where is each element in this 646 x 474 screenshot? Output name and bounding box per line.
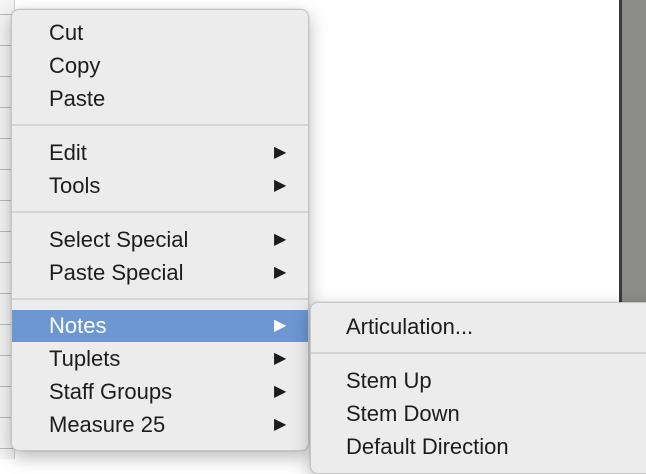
submenu-arrow-icon: ▶ — [274, 177, 287, 194]
menu-item-copy[interactable]: Copy — [12, 50, 308, 82]
menu-item-label: Stem Up — [346, 368, 432, 393]
window-background-panel — [622, 0, 646, 305]
submenu-arrow-icon: ▶ — [274, 350, 287, 367]
submenu-arrow-icon: ▶ — [274, 144, 287, 161]
menu-item-label: Cut — [49, 20, 84, 45]
menu-item-label: Measure 25 — [49, 412, 166, 437]
submenu-item-stem-down[interactable]: Stem Down — [311, 398, 646, 430]
menu-separator — [12, 298, 308, 300]
menu-item-label: Staff Groups — [49, 379, 173, 404]
menu-item-label: Notes — [49, 313, 107, 338]
menu-item-label: Edit — [49, 140, 87, 165]
menu-item-label: Stem Down — [346, 401, 460, 426]
menu-item-notes[interactable]: Notes ▶ — [12, 310, 308, 342]
notes-submenu: Articulation... Stem Up Stem Down Defaul… — [310, 302, 646, 474]
menu-item-label: Paste Special — [49, 260, 184, 285]
submenu-arrow-icon: ▶ — [274, 416, 287, 433]
submenu-arrow-icon: ▶ — [274, 317, 287, 334]
menu-item-staff-groups[interactable]: Staff Groups ▶ — [12, 376, 308, 408]
submenu-arrow-icon: ▶ — [274, 383, 287, 400]
menu-item-label: Select Special — [49, 227, 189, 252]
menu-item-paste[interactable]: Paste — [12, 83, 308, 115]
menu-item-paste-special[interactable]: Paste Special ▶ — [12, 257, 308, 289]
menu-item-tuplets[interactable]: Tuplets ▶ — [12, 343, 308, 375]
submenu-arrow-icon: ▶ — [274, 231, 287, 248]
menu-item-select-special[interactable]: Select Special ▶ — [12, 224, 308, 256]
context-menu: Cut Copy Paste Edit ▶ Tools ▶ Select Spe… — [11, 9, 309, 451]
submenu-item-stem-up[interactable]: Stem Up — [311, 365, 646, 397]
submenu-arrow-icon: ▶ — [274, 264, 287, 281]
menu-item-measure-25[interactable]: Measure 25 ▶ — [12, 409, 308, 441]
submenu-item-default-direction[interactable]: Default Direction — [311, 431, 646, 463]
menu-item-edit[interactable]: Edit ▶ — [12, 137, 308, 169]
menu-separator — [12, 211, 308, 213]
menu-separator — [311, 352, 646, 354]
menu-item-label: Default Direction — [346, 434, 509, 459]
menu-item-label: Tools — [49, 173, 101, 198]
menu-item-label: Copy — [49, 53, 101, 78]
menu-item-tools[interactable]: Tools ▶ — [12, 170, 308, 202]
menu-item-cut[interactable]: Cut — [12, 17, 308, 49]
menu-separator — [12, 124, 308, 126]
menu-item-label: Tuplets — [49, 346, 121, 371]
menu-item-label: Paste — [49, 86, 106, 111]
submenu-item-articulation[interactable]: Articulation... — [311, 311, 646, 343]
menu-item-label: Articulation... — [346, 314, 474, 339]
